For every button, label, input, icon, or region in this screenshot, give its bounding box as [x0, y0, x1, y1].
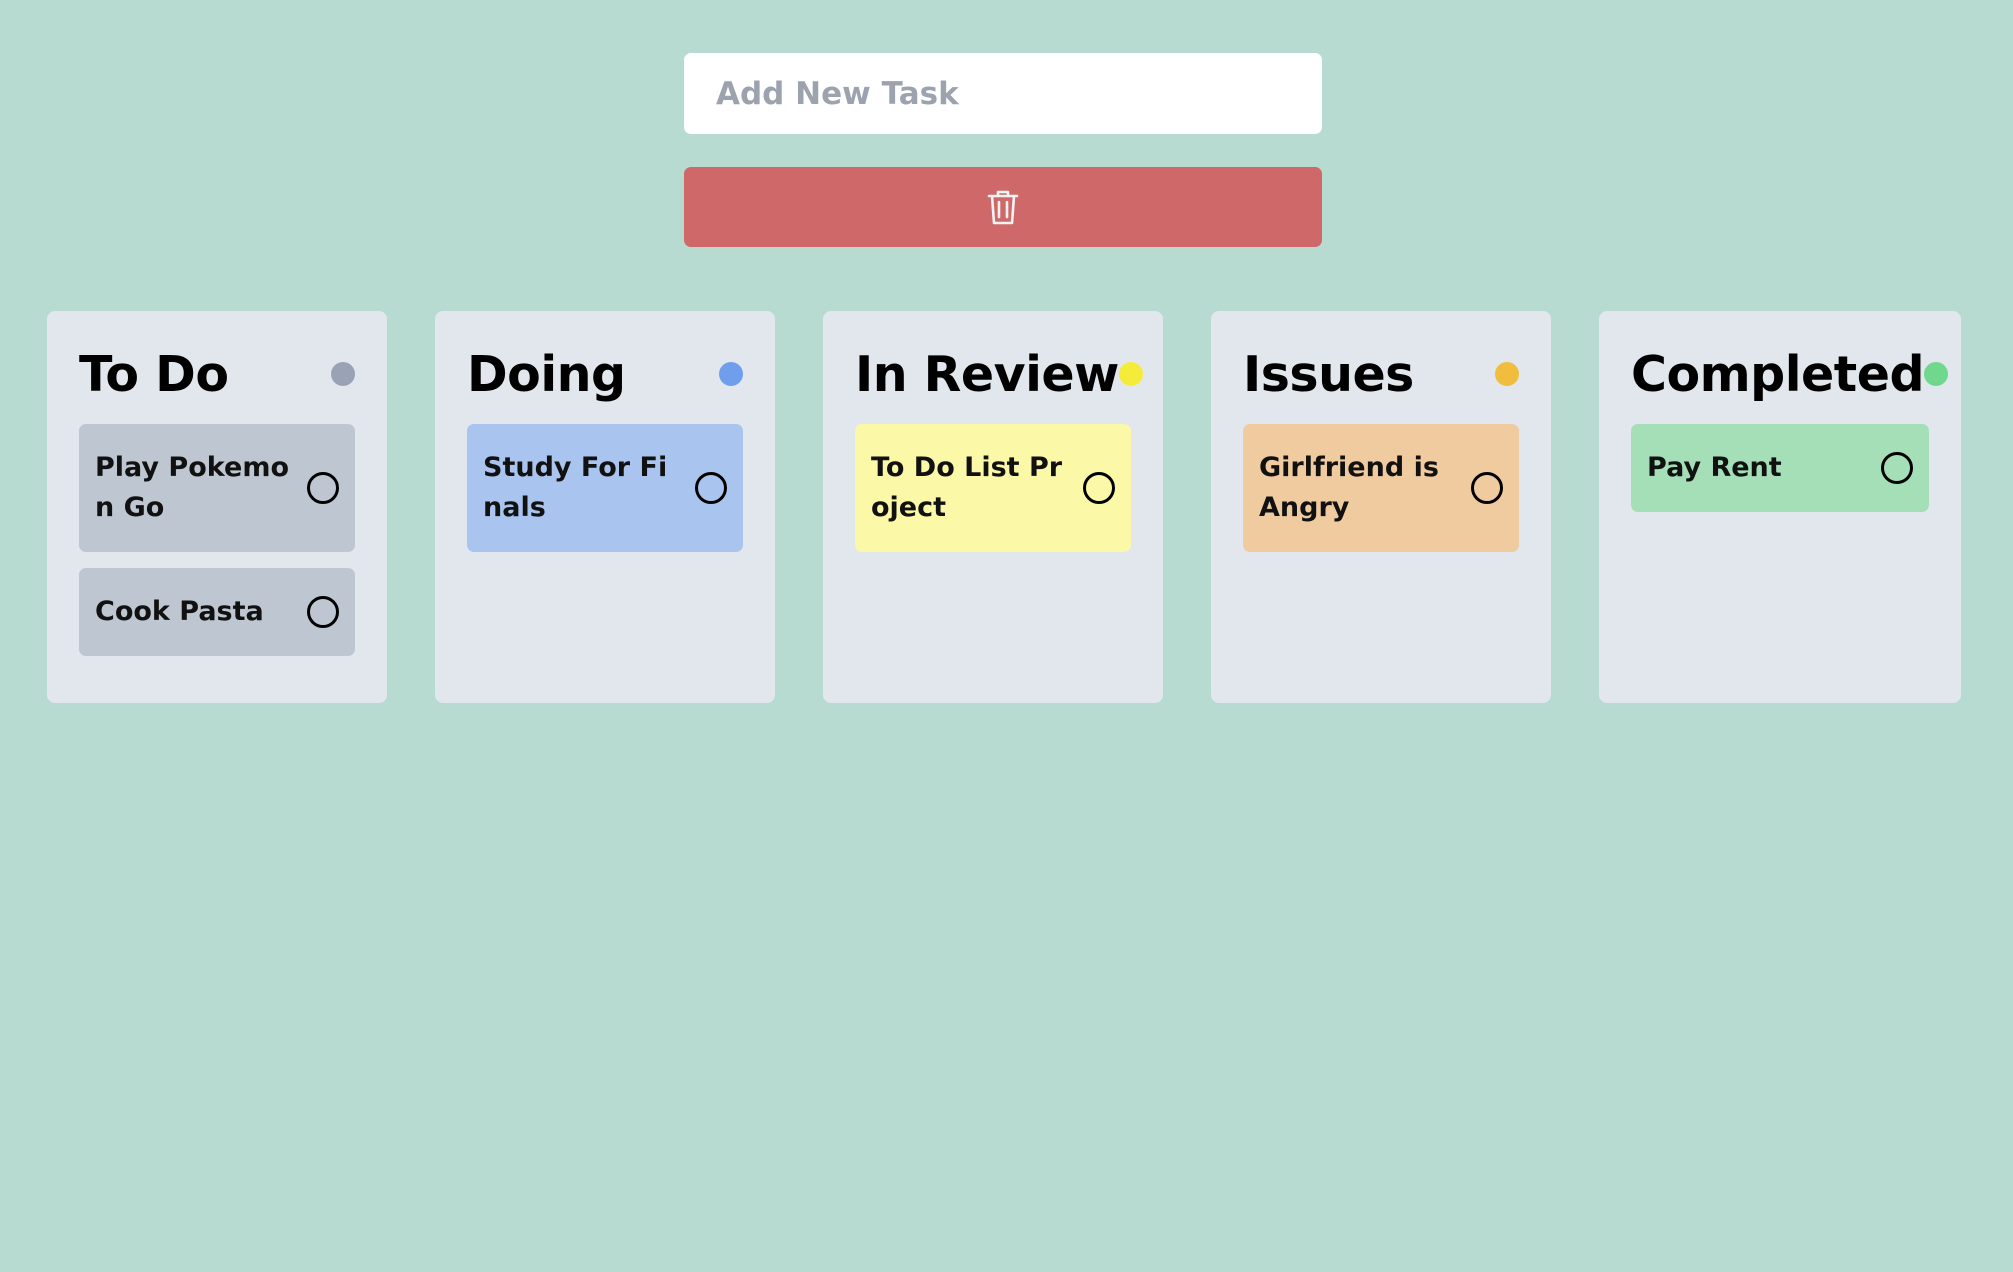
task-card[interactable]: Cook Pasta	[79, 568, 355, 656]
status-dot	[1924, 362, 1949, 386]
status-dot	[1118, 362, 1143, 386]
task-card[interactable]: Girlfriend is Angry	[1243, 424, 1519, 552]
complete-checkbox[interactable]	[1083, 472, 1115, 504]
status-dot	[331, 362, 355, 386]
column-completed: Completed Pay Rent	[1599, 311, 1961, 703]
task-text: Study For Finals	[483, 452, 668, 523]
trash-icon	[987, 190, 1019, 225]
task-text: Cook Pasta	[95, 596, 264, 627]
complete-checkbox[interactable]	[1471, 472, 1503, 504]
complete-checkbox[interactable]	[307, 596, 339, 628]
task-card[interactable]: Play Pokemon Go	[79, 424, 355, 552]
new-task-input[interactable]	[684, 53, 1322, 134]
column-title: Issues	[1243, 345, 1414, 403]
task-text: Play Pokemon Go	[95, 452, 289, 523]
complete-checkbox[interactable]	[1881, 452, 1913, 484]
column-doing: Doing Study For Finals	[435, 311, 775, 703]
kanban-board: To Do Play Pokemon Go Cook Pasta Doing S…	[47, 311, 1961, 703]
status-dot	[1495, 362, 1519, 386]
delete-button[interactable]	[684, 167, 1322, 247]
column-todo: To Do Play Pokemon Go Cook Pasta	[47, 311, 387, 703]
status-dot	[719, 362, 743, 386]
task-card[interactable]: Study For Finals	[467, 424, 743, 552]
column-title: Doing	[467, 345, 626, 403]
column-title: Completed	[1631, 345, 1925, 403]
task-card[interactable]: To Do List Project	[855, 424, 1131, 552]
task-text: Pay Rent	[1647, 452, 1782, 483]
task-text: Girlfriend is Angry	[1259, 452, 1439, 523]
complete-checkbox[interactable]	[307, 472, 339, 504]
column-in-review: In Review To Do List Project	[823, 311, 1163, 703]
task-card[interactable]: Pay Rent	[1631, 424, 1929, 512]
complete-checkbox[interactable]	[695, 472, 727, 504]
column-issues: Issues Girlfriend is Angry	[1211, 311, 1551, 703]
column-title: To Do	[79, 345, 229, 403]
column-title: In Review	[855, 345, 1119, 403]
task-text: To Do List Project	[871, 452, 1063, 523]
